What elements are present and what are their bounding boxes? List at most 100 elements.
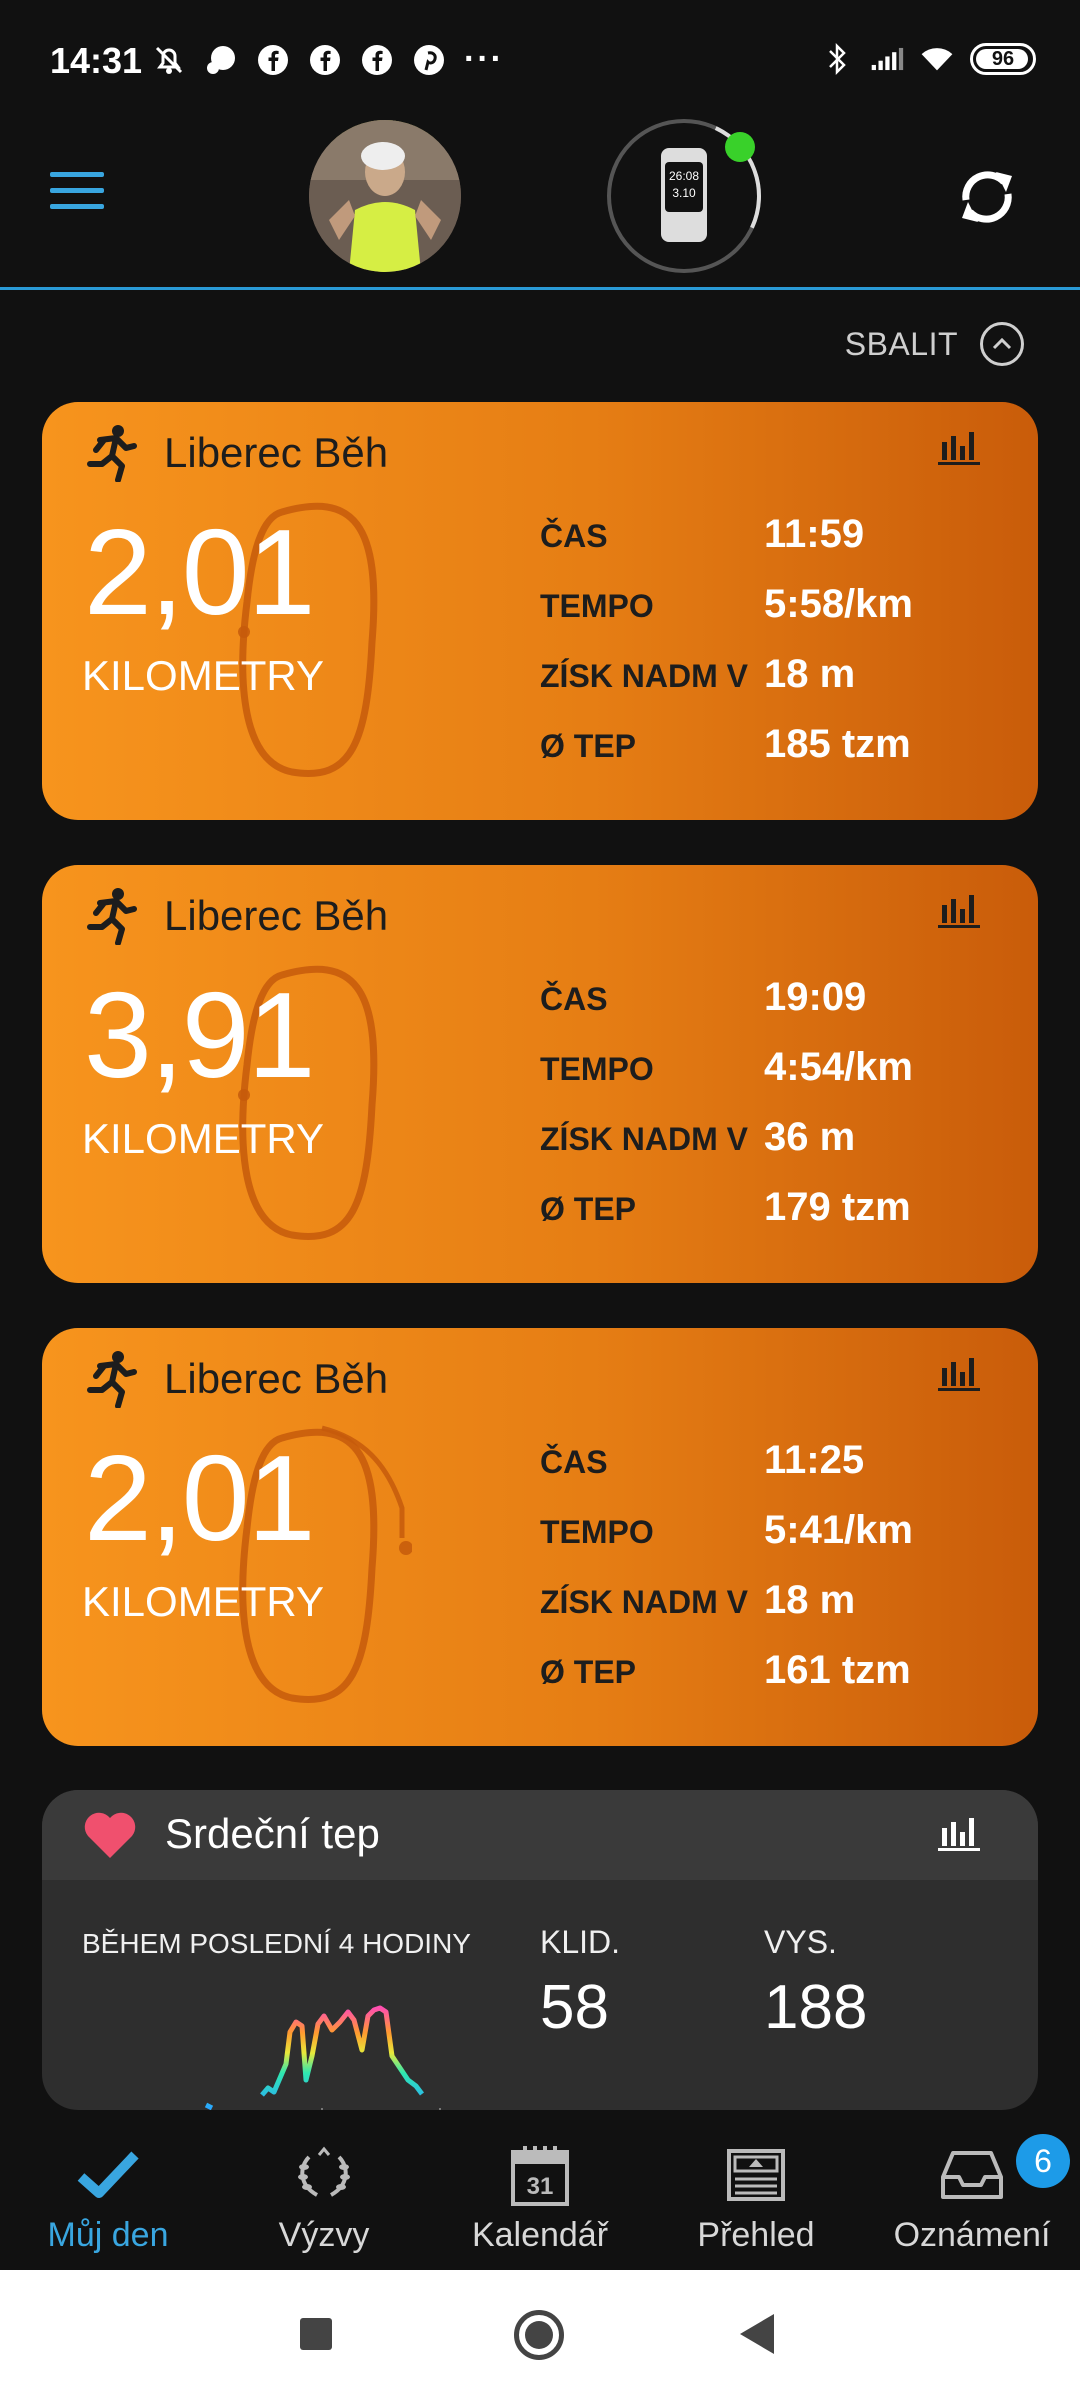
distance-value: 2,01 bbox=[84, 504, 315, 640]
heart-rate-header: Srdeční tep bbox=[42, 1790, 1038, 1880]
metric-label-elevation: ZÍSK NADM V bbox=[540, 1121, 748, 1157]
metric-value-time: 11:59 bbox=[764, 512, 865, 556]
checkmark-icon bbox=[73, 2142, 143, 2208]
nav-label: Výzvy bbox=[278, 2216, 370, 2254]
activity-title: Liberec Běh bbox=[164, 1355, 389, 1402]
metric-value-time: 11:25 bbox=[764, 1438, 865, 1482]
metric-label-heart-rate: Ø TEP bbox=[540, 1191, 637, 1227]
activity-card[interactable]: Liberec Běh 2,01 KILOMETRY ČAS 11:25 TEM… bbox=[42, 1328, 1038, 1746]
more-notifications-icon: ··· bbox=[464, 40, 504, 78]
watch-time: 26:08 bbox=[668, 169, 700, 183]
metric-value-elevation: 18 m bbox=[764, 652, 856, 696]
collapse-button[interactable]: SBALIT bbox=[845, 322, 1024, 366]
mute-icon bbox=[152, 43, 186, 77]
metric-label-time: ČAS bbox=[540, 1444, 608, 1480]
metric-value-elevation: 18 m bbox=[764, 1578, 856, 1622]
metric-label-elevation: ZÍSK NADM V bbox=[540, 1584, 748, 1620]
stats-icon[interactable] bbox=[936, 1354, 982, 1394]
hamburger-icon[interactable] bbox=[50, 172, 104, 212]
stats-icon[interactable] bbox=[936, 428, 982, 468]
metric-label-time: ČAS bbox=[540, 518, 608, 554]
status-bar: 14:31 ··· 96 bbox=[0, 0, 1080, 110]
sync-icon[interactable] bbox=[952, 162, 1022, 232]
home-icon[interactable] bbox=[514, 2310, 564, 2360]
metric-value-pace: 5:58/km bbox=[764, 582, 913, 626]
notification-icons: ··· bbox=[152, 40, 504, 79]
collapse-label: SBALIT bbox=[844, 325, 958, 362]
watch-icon: 26:08 3.10 bbox=[661, 148, 707, 242]
activity-card[interactable]: Liberec Běh 2,01 KILOMETRY ČAS 11:59 TEM… bbox=[42, 402, 1038, 820]
nav-challenges[interactable]: Výzvy bbox=[216, 2124, 432, 2270]
distance-value: 3,91 bbox=[84, 967, 315, 1103]
system-navigation-bar bbox=[0, 2270, 1080, 2400]
nav-label: Přehled bbox=[697, 2216, 815, 2254]
battery-level: 96 bbox=[991, 47, 1015, 70]
resting-hr-value: 58 bbox=[540, 1973, 609, 2042]
metric-value-heart-rate: 161 tzm bbox=[764, 1648, 911, 1692]
newsfeed-icon bbox=[721, 2142, 791, 2208]
metric-value-pace: 4:54/km bbox=[764, 1045, 913, 1089]
chat-bubble-icon bbox=[204, 43, 238, 77]
metric-label-pace: TEMPO bbox=[540, 1514, 654, 1550]
metric-label-time: ČAS bbox=[540, 981, 608, 1017]
resting-hr-label: KLID. bbox=[540, 1924, 621, 1960]
heart-rate-period: BĚHEM POSLEDNÍ 4 HODINY bbox=[82, 1928, 471, 1959]
laurel-icon bbox=[289, 2142, 359, 2208]
heart-rate-title: Srdeční tep bbox=[165, 1810, 380, 1857]
nav-calendar[interactable]: 31 Kalendář bbox=[432, 2124, 648, 2270]
nav-my-day[interactable]: Můj den bbox=[0, 2124, 216, 2270]
metric-value-pace: 5:41/km bbox=[764, 1508, 913, 1552]
running-icon bbox=[82, 887, 138, 946]
activity-title: Liberec Běh bbox=[164, 429, 389, 476]
nav-feed[interactable]: Přehled bbox=[648, 2124, 864, 2270]
watch-date: 3.10 bbox=[672, 186, 696, 200]
distance-unit: KILOMETRY bbox=[82, 1578, 324, 1625]
metric-label-elevation: ZÍSK NADM V bbox=[540, 658, 748, 694]
signal-icon bbox=[870, 42, 904, 76]
heart-rate-card[interactable]: Srdeční tep BĚHEM POSLEDNÍ 4 HODINY KLID… bbox=[42, 1790, 1038, 2110]
metric-label-heart-rate: Ø TEP bbox=[540, 728, 637, 764]
running-icon bbox=[82, 1350, 138, 1409]
nav-notifications[interactable]: Oznámení 6 bbox=[864, 2124, 1080, 2270]
high-hr-value: 188 bbox=[764, 1973, 868, 2042]
heart-icon bbox=[82, 1810, 138, 1860]
nav-label: Oznámení bbox=[893, 2216, 1051, 2254]
battery-icon: 96 bbox=[970, 43, 1036, 75]
recents-icon[interactable] bbox=[300, 2318, 332, 2350]
metric-value-heart-rate: 179 tzm bbox=[764, 1185, 911, 1229]
calendar-icon: 31 bbox=[505, 2142, 575, 2208]
back-icon[interactable] bbox=[740, 2314, 774, 2354]
wifi-icon bbox=[920, 42, 954, 76]
distance-value: 2,01 bbox=[84, 1430, 315, 1566]
metric-label-heart-rate: Ø TEP bbox=[540, 1654, 637, 1690]
avatar[interactable] bbox=[309, 120, 461, 272]
high-hr-label: VYS. bbox=[764, 1924, 837, 1960]
activity-title: Liberec Běh bbox=[164, 892, 389, 939]
nav-label: Kalendář bbox=[471, 2216, 609, 2254]
facebook-icon bbox=[256, 43, 290, 77]
stats-icon[interactable] bbox=[936, 1814, 982, 1854]
running-icon bbox=[82, 424, 138, 483]
calendar-day: 31 bbox=[527, 2173, 554, 2200]
metric-value-elevation: 36 m bbox=[764, 1115, 856, 1159]
stats-icon[interactable] bbox=[936, 891, 982, 931]
metric-label-pace: TEMPO bbox=[540, 1051, 654, 1087]
distance-unit: KILOMETRY bbox=[82, 652, 324, 699]
nav-label: Můj den bbox=[47, 2216, 169, 2254]
status-time: 14:31 bbox=[50, 40, 143, 81]
metric-value-time: 19:09 bbox=[764, 975, 867, 1019]
pinterest-icon bbox=[412, 43, 446, 77]
connection-status-dot bbox=[725, 132, 755, 162]
facebook-icon bbox=[308, 43, 342, 77]
bottom-navigation: Můj den Výzvy 31 Kalendář Přehled Oznáme… bbox=[0, 2124, 1080, 2270]
bluetooth-icon bbox=[820, 42, 854, 76]
distance-unit: KILOMETRY bbox=[82, 1115, 324, 1162]
metric-value-heart-rate: 185 tzm bbox=[764, 722, 911, 766]
chevron-up-icon bbox=[980, 322, 1024, 366]
metric-label-pace: TEMPO bbox=[540, 588, 654, 624]
facebook-icon bbox=[360, 43, 394, 77]
activity-card[interactable]: Liberec Běh 3,91 KILOMETRY ČAS 19:09 TEM… bbox=[42, 865, 1038, 1283]
notification-badge: 6 bbox=[1016, 2134, 1070, 2188]
heart-rate-sparkline bbox=[204, 2005, 441, 2110]
inbox-icon bbox=[937, 2142, 1007, 2208]
